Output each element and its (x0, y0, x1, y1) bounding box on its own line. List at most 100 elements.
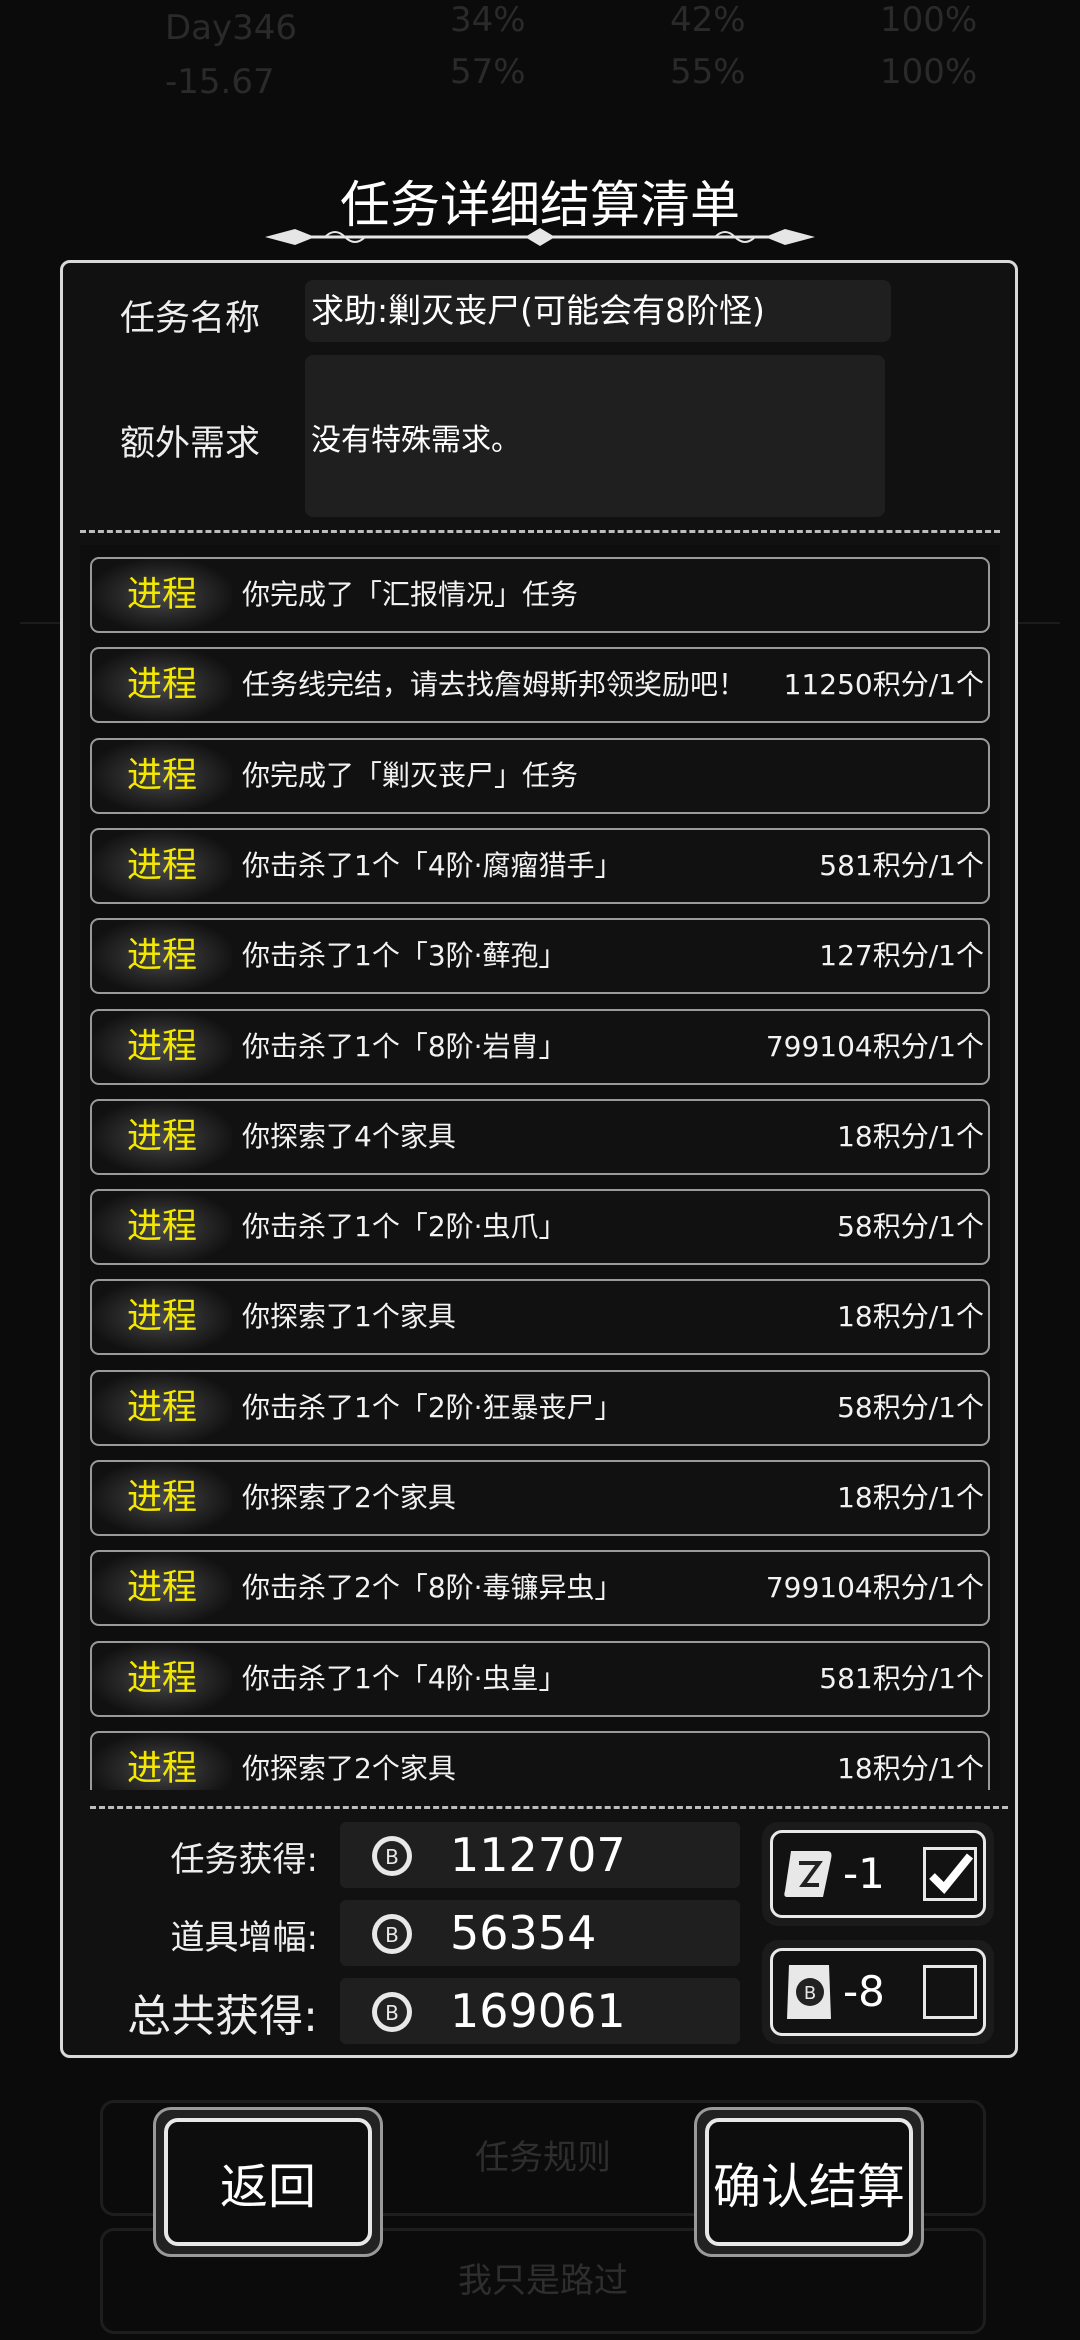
status-bar: Day346 -15.67 34% 42% 100% 57% 55% 100% (0, 0, 1080, 110)
progress-description: 你击杀了1个「8阶·岩胄」 (242, 1029, 567, 1063)
progress-description: 你完成了「汇报情况」任务 (242, 578, 579, 611)
progress-tag: 进程 (92, 1552, 232, 1625)
svg-text:B: B (804, 1983, 816, 2004)
total-value: 169061 (450, 1984, 626, 2038)
svg-text:B: B (385, 1845, 399, 1869)
progress-row: 进程 你探索了4个家具 18积分/1个 (90, 1098, 990, 1175)
progress-description: 你击杀了2个「8阶·毒镰异虫」 (242, 1571, 623, 1605)
progress-tag: 进程 (92, 920, 232, 993)
scroll-item-checkbox[interactable] (923, 1847, 977, 1901)
coin-card-icon: B (787, 1965, 831, 2019)
divider-top (80, 530, 1000, 533)
progress-description: 你击杀了1个「2阶·虫爪」 (242, 1210, 567, 1244)
progress-score: 18积分/1个 (837, 1300, 984, 1334)
progress-row: 进程 你击杀了1个「8阶·岩胄」 799104积分/1个 (90, 1008, 990, 1085)
progress-description: 你击杀了1个「2阶·狂暴丧尸」 (242, 1390, 623, 1424)
progress-description: 你击杀了1个「4阶·虫皇」 (242, 1661, 567, 1695)
coin-icon: B (372, 1836, 412, 1876)
progress-row: 进程 你击杀了1个「4阶·腐瘤猎手」 581积分/1个 (90, 827, 990, 904)
progress-score: 127积分/1个 (819, 939, 984, 973)
progress-tag: 进程 (92, 1281, 232, 1354)
divider-bottom (90, 1806, 1008, 1809)
coin-card-item-checkbox[interactable] (923, 1965, 977, 2019)
svg-text:B: B (385, 1923, 399, 1947)
scroll-item-count: -1 (843, 1849, 885, 1898)
boost-value: 56354 (450, 1906, 597, 1960)
status-pct-f: 100% (880, 52, 978, 92)
progress-score: 18积分/1个 (837, 1119, 984, 1153)
extra-requirement-field: 没有特殊需求。 (305, 355, 885, 517)
total-box: B 169061 (340, 1978, 740, 2044)
coin-card-item-toggle[interactable]: B -8 (762, 1940, 994, 2044)
progress-row: 进程 你探索了1个家具 18积分/1个 (90, 1279, 990, 1356)
earned-label: 任务获得: (170, 1840, 318, 1880)
status-pct-c: 100% (880, 0, 978, 40)
progress-score: 11250积分/1个 (783, 668, 984, 702)
progress-tag: 进程 (92, 1462, 232, 1534)
task-name-label: 任务名称 (119, 299, 260, 339)
svg-text:B: B (385, 2001, 399, 2025)
progress-row: 进程 你击杀了1个「2阶·虫爪」 58积分/1个 (90, 1189, 990, 1266)
progress-tag: 进程 (92, 1642, 232, 1715)
status-pct-d: 57% (450, 52, 526, 92)
progress-row: 进程 你击杀了1个「4阶·虫皇」 581积分/1个 (90, 1640, 990, 1717)
earned-value: 112707 (450, 1828, 626, 1882)
status-pct-a: 34% (450, 0, 526, 40)
status-value: -15.67 (165, 62, 275, 102)
progress-tag: 进程 (92, 739, 232, 812)
coin-card-item-count: -8 (843, 1967, 885, 2016)
progress-score: 581积分/1个 (819, 1661, 984, 1695)
progress-tag: 进程 (92, 1732, 232, 1790)
progress-description: 你探索了2个家具 (242, 1751, 456, 1785)
progress-score: 799104积分/1个 (765, 1571, 984, 1605)
confirm-settlement-label: 确认结算 (712, 2159, 905, 2215)
progress-tag: 进程 (92, 1100, 232, 1173)
progress-tag: 进程 (92, 559, 232, 631)
status-pct-b: 42% (670, 0, 746, 40)
progress-score: 58积分/1个 (837, 1210, 984, 1244)
progress-score: 18积分/1个 (837, 1481, 984, 1514)
progress-row: 进程 你击杀了1个「3阶·藓孢」 127积分/1个 (90, 918, 990, 995)
progress-tag: 进程 (92, 1010, 232, 1083)
progress-row: 进程 你探索了2个家具 18积分/1个 (90, 1730, 990, 1790)
progress-row: 进程 你完成了「剿灭丧尸」任务 (90, 737, 990, 814)
progress-description: 你击杀了1个「3阶·藓孢」 (242, 939, 567, 973)
scroll-item-toggle[interactable]: -1 (762, 1822, 994, 1926)
status-pct-e: 55% (670, 52, 746, 92)
total-label: 总共获得: (127, 1991, 318, 2042)
progress-score: 58积分/1个 (837, 1390, 984, 1424)
progress-row: 进程 你击杀了2个「8阶·毒镰异虫」 799104积分/1个 (90, 1550, 990, 1627)
checkmark-icon (929, 1853, 974, 1894)
back-button[interactable]: 返回 (153, 2107, 383, 2257)
progress-list[interactable]: 进程 你完成了「汇报情况」任务 进程 任务线完结，请去找詹姆斯邦领奖励吧！ 11250积… (80, 545, 1000, 1790)
progress-row: 进程 你击杀了1个「2阶·狂暴丧尸」 58积分/1个 (90, 1369, 990, 1446)
day-counter: Day346 (165, 8, 298, 48)
progress-score: 799104积分/1个 (765, 1029, 984, 1063)
progress-description: 你完成了「剿灭丧尸」任务 (242, 758, 579, 792)
title-ornament-icon (265, 228, 815, 246)
earned-box: B 112707 (340, 1822, 740, 1888)
progress-row: 进程 你完成了「汇报情况」任务 (90, 557, 990, 633)
boost-label: 道具增幅: (170, 1918, 318, 1958)
just-passing-label: 我只是路过 (458, 2261, 628, 2301)
progress-description: 你探索了4个家具 (242, 1119, 456, 1153)
task-name-field: 求助:剿灭丧尸(可能会有8阶怪) (305, 280, 891, 342)
progress-description: 任务线完结，请去找詹姆斯邦领奖励吧！ (242, 668, 747, 702)
progress-tag: 进程 (92, 1371, 232, 1444)
coin-icon: B (372, 1992, 412, 2032)
coin-icon: B (372, 1914, 412, 1954)
progress-score: 18积分/1个 (837, 1751, 984, 1785)
progress-tag: 进程 (92, 829, 232, 902)
progress-description: 你探索了1个家具 (242, 1300, 456, 1334)
progress-tag: 进程 (92, 649, 232, 722)
extra-requirement-value: 没有特殊需求。 (311, 423, 521, 458)
task-rules-label: 任务规则 (475, 2138, 611, 2178)
extra-requirement-label: 额外需求 (119, 424, 260, 464)
progress-tag: 进程 (92, 1191, 232, 1264)
progress-row: 进程 任务线完结，请去找詹姆斯邦领奖励吧！ 11250积分/1个 (90, 647, 990, 724)
back-button-label: 返回 (219, 2159, 316, 2215)
confirm-settlement-button[interactable]: 确认结算 (694, 2107, 924, 2257)
scroll-icon (784, 1851, 832, 1897)
progress-description: 你探索了2个家具 (242, 1481, 456, 1514)
boost-box: B 56354 (340, 1900, 740, 1966)
